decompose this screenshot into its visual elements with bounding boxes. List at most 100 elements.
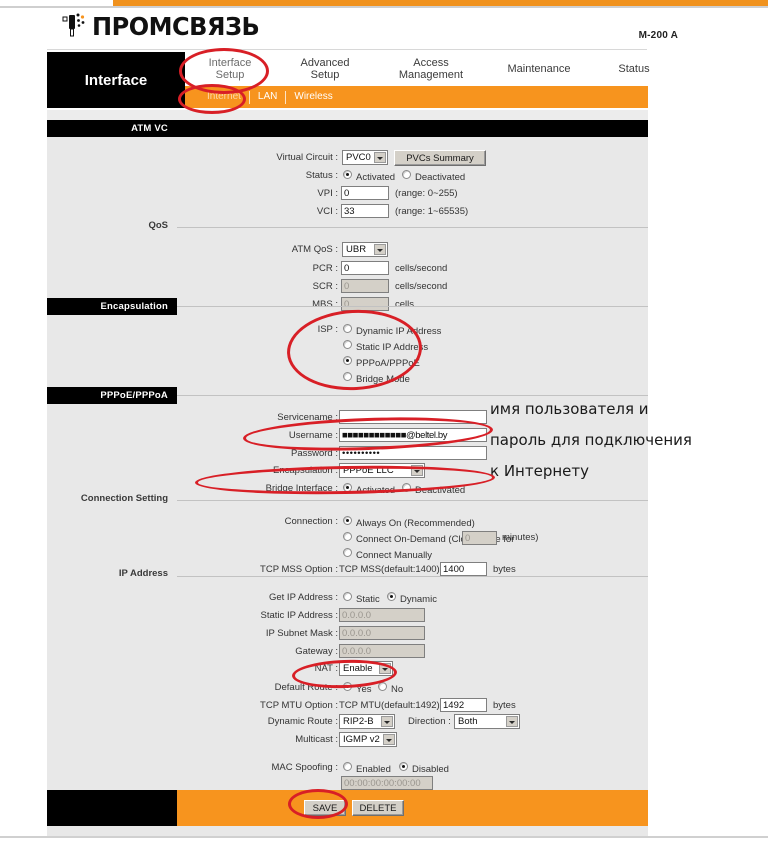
virtual-circuit-label: Virtual Circuit :: [276, 152, 338, 163]
row-scr: SCR : 0 cells/second: [47, 279, 648, 295]
vpi-input[interactable]: 0: [341, 186, 389, 200]
get-ip-radio-static[interactable]: [343, 592, 352, 601]
status-label-activated: Activated: [356, 172, 396, 183]
mac-spoofing-radio-enabled[interactable]: [343, 762, 352, 771]
get-ip-label-dynamic: Dynamic: [400, 594, 437, 605]
sub-navigation: Internet LAN Wireless: [185, 86, 648, 108]
mbs-unit: cells: [395, 299, 415, 310]
subtab-wireless[interactable]: Wireless: [286, 86, 340, 108]
atm-qos-value: UBR: [346, 244, 367, 255]
tab-status-label: Status: [618, 63, 650, 75]
mac-spoofing-radio-disabled[interactable]: [399, 762, 408, 771]
vci-label: VCI :: [316, 206, 338, 217]
connection-radio-on-demand[interactable]: [343, 532, 352, 541]
section-header-atm-vc: ATM VC: [47, 120, 177, 137]
section-header-pppoe-pppoa: PPPoE/PPPoA: [47, 387, 177, 404]
pcr-input[interactable]: 0: [341, 261, 389, 275]
tcp-mss-input[interactable]: 1400: [440, 562, 487, 576]
tab-access-management[interactable]: Access Management: [375, 57, 487, 81]
section-header-encapsulation: Encapsulation: [47, 298, 177, 315]
scr-input[interactable]: 0: [341, 279, 389, 293]
direction-select[interactable]: Both: [454, 714, 520, 729]
active-section-badge: Interface: [47, 52, 185, 108]
brand-name: ПРОМСВЯЗЬ: [92, 11, 260, 41]
action-bar-left: [47, 790, 177, 826]
status-label-deactivated: Deactivated: [415, 172, 466, 183]
vpi-range-hint: (range: 0~255): [395, 188, 458, 199]
row-subnet-mask: IP Subnet Mask : 0.0.0.0: [47, 626, 648, 642]
row-mac-spoofing: MAC Spoofing : Enabled Disabled: [47, 760, 648, 776]
get-ip-label-static: Static: [356, 594, 380, 605]
annotation-line-2: пароль для подключения: [490, 431, 692, 449]
annotation-line-1: имя пользователя и: [490, 400, 649, 418]
subnet-mask-label: IP Subnet Mask :: [265, 628, 338, 639]
status-radio-deactivated[interactable]: [402, 170, 411, 179]
tab-access-management-line1: Access: [413, 57, 449, 69]
virtual-circuit-select[interactable]: PVC0: [342, 150, 388, 165]
pcr-unit: cells/second: [395, 263, 448, 274]
scr-unit: cells/second: [395, 281, 448, 292]
bottom-divider: [0, 836, 768, 838]
tab-maintenance-label: Maintenance: [507, 63, 571, 75]
row-virtual-circuit: Virtual Circuit : PVC0 PVCs Summary: [47, 150, 648, 166]
section-label-qos: QoS: [148, 220, 168, 231]
row-gateway: Gateway : 0.0.0.0: [47, 644, 648, 660]
active-section-label: Interface: [84, 71, 148, 89]
delete-button[interactable]: DELETE: [352, 800, 404, 816]
section-label-encapsulation: Encapsulation: [100, 301, 168, 312]
status-label: Status :: [305, 170, 338, 181]
subtab-divider-1: [248, 90, 250, 104]
default-route-label-no: No: [391, 684, 404, 695]
static-ip-label: Static IP Address :: [260, 610, 338, 621]
atm-qos-label: ATM QoS :: [291, 244, 338, 255]
action-bar-right: SAVE DELETE: [177, 790, 648, 826]
dynamic-route-value: RIP2-B: [343, 716, 374, 727]
tab-maintenance[interactable]: Maintenance: [487, 63, 591, 75]
section-label-pppoe-pppoa: PPPoE/PPPoA: [100, 390, 168, 401]
section-label-atm-vc: ATM VC: [131, 123, 168, 134]
row-tcp-mtu: TCP MTU Option : TCP MTU(default:1492) 1…: [47, 698, 648, 714]
atm-qos-select[interactable]: UBR: [342, 242, 388, 257]
multicast-select[interactable]: IGMP v2: [339, 732, 397, 747]
static-ip-input[interactable]: 0.0.0.0: [339, 608, 425, 622]
row-connection-manually: Connect Manually: [47, 546, 648, 562]
section-label-connection-setting: Connection Setting: [80, 493, 168, 504]
row-vpi: VPI : 0 (range: 0~255): [47, 186, 648, 202]
mac-spoofing-label-enabled: Enabled: [356, 764, 391, 775]
section-rule-encapsulation: [177, 306, 648, 307]
connection-radio-manually[interactable]: [343, 548, 352, 557]
highlight-ellipse-save-button: [288, 789, 348, 819]
section-rule-qos: [177, 227, 648, 228]
row-get-ip-address: Get IP Address : Static Dynamic: [47, 590, 648, 606]
model-number: M-200 A: [638, 30, 678, 41]
mac-address-input[interactable]: 00:00:00:00:00:00: [341, 776, 433, 790]
tab-status[interactable]: Status: [591, 63, 677, 75]
subtab-lan[interactable]: LAN: [250, 86, 285, 108]
tcp-mss-prefix: TCP MSS(default:1400): [339, 564, 440, 575]
dynamic-route-select[interactable]: RIP2-B: [339, 714, 395, 729]
tcp-mss-unit: bytes: [493, 564, 516, 575]
mbs-input[interactable]: 0: [341, 297, 389, 311]
gateway-label: Gateway :: [295, 646, 338, 657]
pvcs-summary-button[interactable]: PVCs Summary: [394, 150, 486, 166]
get-ip-address-label: Get IP Address :: [268, 592, 338, 603]
gateway-input[interactable]: 0.0.0.0: [339, 644, 425, 658]
status-radio-activated[interactable]: [343, 170, 352, 179]
connection-radio-always-on[interactable]: [343, 516, 352, 525]
idle-timeout-input[interactable]: 0: [462, 531, 497, 545]
connection-label: Connection :: [284, 516, 338, 527]
virtual-circuit-value: PVC0: [346, 152, 371, 163]
tcp-mtu-input[interactable]: 1492: [440, 698, 487, 712]
tab-advanced-setup[interactable]: Advanced Setup: [275, 57, 375, 81]
vci-input[interactable]: 33: [341, 204, 389, 218]
tcp-mtu-unit: bytes: [493, 700, 516, 711]
promsvyaz-logo-icon: [62, 11, 88, 41]
section-label-ip-address: IP Address: [118, 568, 168, 579]
get-ip-radio-dynamic[interactable]: [387, 592, 396, 601]
row-connection: Connection : Always On (Recommended): [47, 514, 648, 530]
direction-label: Direction :: [408, 716, 451, 727]
highlight-ellipse-internet-subtab: [178, 84, 246, 114]
mac-spoofing-label: MAC Spoofing :: [271, 762, 338, 773]
subnet-mask-input[interactable]: 0.0.0.0: [339, 626, 425, 640]
main-navigation: Interface Interface Setup Advanced Setup…: [47, 52, 650, 108]
